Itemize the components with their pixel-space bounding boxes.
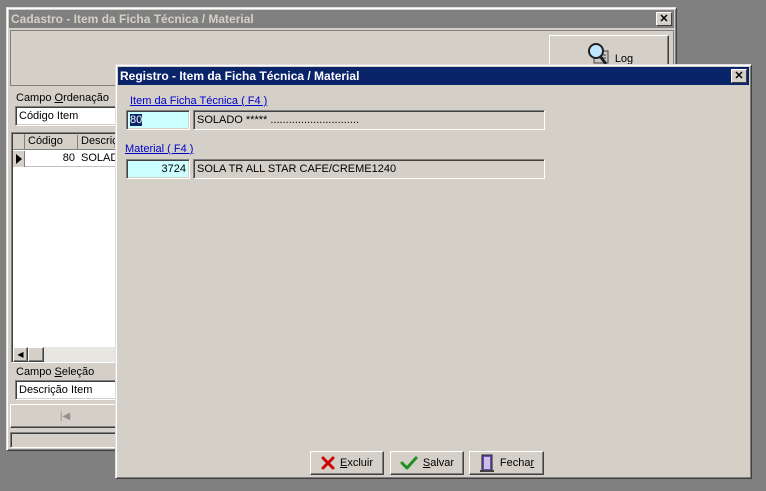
material-code-input[interactable]: 3724 [126, 159, 190, 179]
items-grid[interactable]: Código Descriç 80 SOLAD ◀ [11, 132, 125, 363]
item-code-input[interactable]: 80 [126, 110, 190, 130]
close-icon: ✕ [659, 13, 669, 25]
grid-column-codigo[interactable]: Código [26, 135, 78, 149]
registro-title-bar[interactable]: Registro - Item da Ficha Técnica / Mater… [118, 67, 749, 85]
material-description-field: SOLA TR ALL STAR CAFE/CREME1240 [193, 159, 545, 179]
scroll-left-button[interactable]: ◀ [13, 347, 28, 362]
salvar-button[interactable]: Salvar [390, 451, 464, 475]
close-icon: ✕ [734, 70, 744, 82]
cadastro-title: Cadastro - Item da Ficha Técnica / Mater… [11, 12, 254, 26]
grid-horizontal-scrollbar[interactable]: ◀ [13, 347, 125, 362]
excluir-button[interactable]: Excluir [310, 451, 384, 475]
item-description-field: SOLADO ***** ...........................… [193, 110, 545, 130]
row-indicator [13, 151, 25, 167]
grid-header: Código Descriç [13, 134, 125, 150]
cadastro-title-bar[interactable]: Cadastro - Item da Ficha Técnica / Mater… [9, 10, 674, 28]
registro-window: Registro - Item da Ficha Técnica / Mater… [115, 64, 752, 479]
fechar-label: Fechar [499, 457, 535, 469]
campo-selecao-select[interactable]: Descrição Item [15, 380, 125, 400]
salvar-label: Salvar [422, 457, 455, 469]
grid-indicator-header [13, 134, 25, 149]
first-record-icon: |◀ [59, 410, 71, 422]
scroll-thumb[interactable] [28, 347, 44, 362]
campo-selecao-label: Campo Seleção [16, 366, 95, 378]
navigator-first-button[interactable]: |◀ [10, 404, 120, 428]
item-ficha-tecnica-link[interactable]: Item da Ficha Técnica ( F4 ) [130, 95, 267, 107]
door-exit-icon [479, 454, 494, 472]
excluir-label: Excluir [339, 457, 373, 469]
row-pointer-icon [16, 154, 22, 164]
fechar-button[interactable]: Fechar [469, 451, 544, 475]
campo-ordenacao-label: Campo Ordenação [16, 92, 109, 104]
x-delete-icon [321, 456, 335, 470]
check-save-icon [400, 456, 418, 470]
table-row[interactable]: 80 SOLAD [13, 151, 125, 167]
registro-close-button[interactable]: ✕ [731, 69, 747, 83]
material-link[interactable]: Material ( F4 ) [125, 143, 193, 155]
cell-codigo: 80 [62, 152, 75, 164]
cadastro-close-button[interactable]: ✕ [656, 12, 672, 26]
arrow-left-icon: ◀ [17, 350, 24, 359]
registro-title: Registro - Item da Ficha Técnica / Mater… [120, 69, 360, 83]
campo-ordenacao-select[interactable]: Código Item [15, 106, 125, 126]
